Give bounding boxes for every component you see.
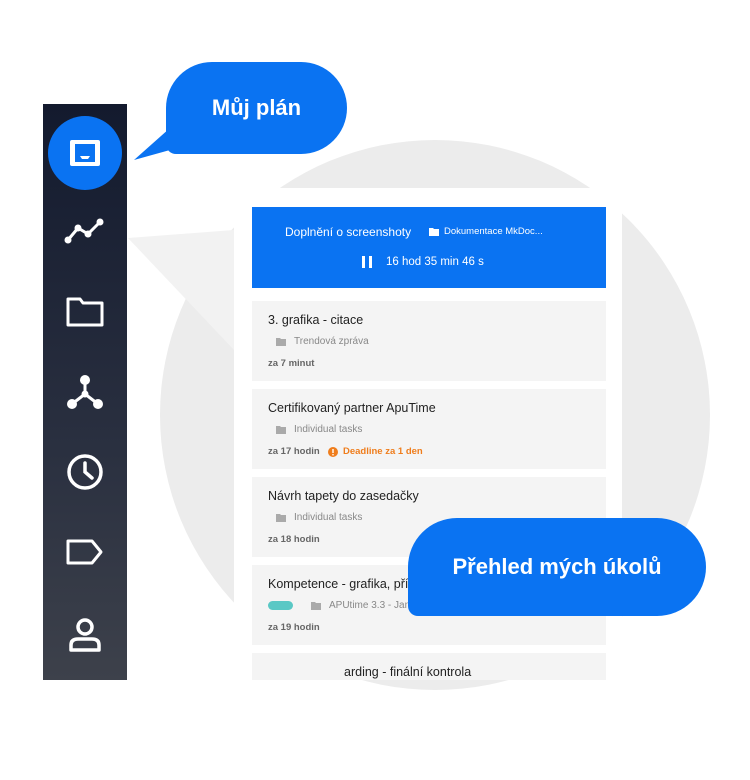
sidebar-item-tags[interactable]: [43, 517, 127, 587]
tag-icon: [66, 539, 103, 565]
folder-icon: [66, 297, 104, 327]
active-task-project: Dokumentace MkDoc...: [429, 226, 543, 237]
task-project: Individual tasks: [276, 424, 362, 435]
active-task-card[interactable]: Doplnění o screenshoty Dokumentace MkDoc…: [252, 207, 606, 288]
active-task-project-label: Dokumentace MkDoc...: [444, 226, 543, 237]
sidebar-item-plan[interactable]: [43, 116, 127, 190]
task-due: za 7 minut: [268, 358, 315, 369]
sidebar-item-reports[interactable]: [43, 196, 127, 266]
hierarchy-icon: [67, 375, 103, 409]
task-project-label: Trendová zpráva: [294, 336, 369, 347]
info-icon: [328, 446, 338, 457]
sidebar-item-profile[interactable]: [43, 600, 127, 670]
sidebar: [43, 104, 127, 680]
task-overview-bubble-label: Přehled mých úkolů: [452, 554, 662, 579]
task-title: arding - finální kontrola: [344, 665, 472, 679]
pause-icon[interactable]: [362, 256, 372, 268]
task-project: Individual tasks: [276, 512, 362, 523]
plan-bubble: Můj plán: [166, 62, 347, 154]
task-project-label: Individual tasks: [294, 424, 363, 435]
task-due: za 17 hodin: [268, 446, 320, 457]
task-card[interactable]: Certifikovaný partner ApuTime Individual…: [252, 389, 606, 469]
callout-pointer: [128, 230, 234, 350]
plan-bubble-label: Můj plán: [211, 95, 302, 120]
task-due: za 19 hodin: [268, 622, 320, 633]
task-card[interactable]: 3. grafika - citace Trendová zpráva za 7…: [252, 301, 606, 381]
folder-icon: [276, 337, 286, 346]
folder-icon: [276, 425, 286, 434]
folder-icon: [311, 601, 321, 610]
active-task-title: Doplnění o screenshoty: [285, 225, 412, 239]
task-card[interactable]: arding - finální kontrola: [252, 653, 606, 680]
sidebar-item-structure[interactable]: [43, 357, 127, 427]
task-title: Kompetence - grafika, přípa: [268, 577, 423, 591]
task-title: Certifikovaný partner ApuTime: [268, 401, 436, 415]
deadline-warning: Deadline za 1 den: [328, 446, 423, 457]
sidebar-item-history[interactable]: [43, 437, 127, 507]
timer: 16 hod 35 min 46 s: [362, 256, 484, 268]
folder-icon: [429, 227, 439, 236]
folder-icon: [276, 513, 286, 522]
task-project-label: Individual tasks: [294, 512, 363, 523]
tag-pill: [268, 601, 293, 610]
clock-icon: [67, 454, 103, 490]
sidebar-item-projects[interactable]: [43, 276, 127, 346]
task-title: Návrh tapety do zasedačky: [268, 489, 419, 503]
user-icon: [69, 618, 101, 652]
task-overview-bubble: Přehled mých úkolů: [408, 518, 706, 616]
trend-icon: [64, 218, 104, 244]
inbox-icon: [70, 140, 100, 166]
task-project: Trendová zpráva: [276, 336, 369, 347]
task-title: 3. grafika - citace: [268, 313, 364, 327]
task-due: za 18 hodin: [268, 534, 320, 545]
deadline-label: Deadline za 1 den: [343, 446, 423, 457]
timer-value: 16 hod 35 min 46 s: [386, 256, 484, 268]
